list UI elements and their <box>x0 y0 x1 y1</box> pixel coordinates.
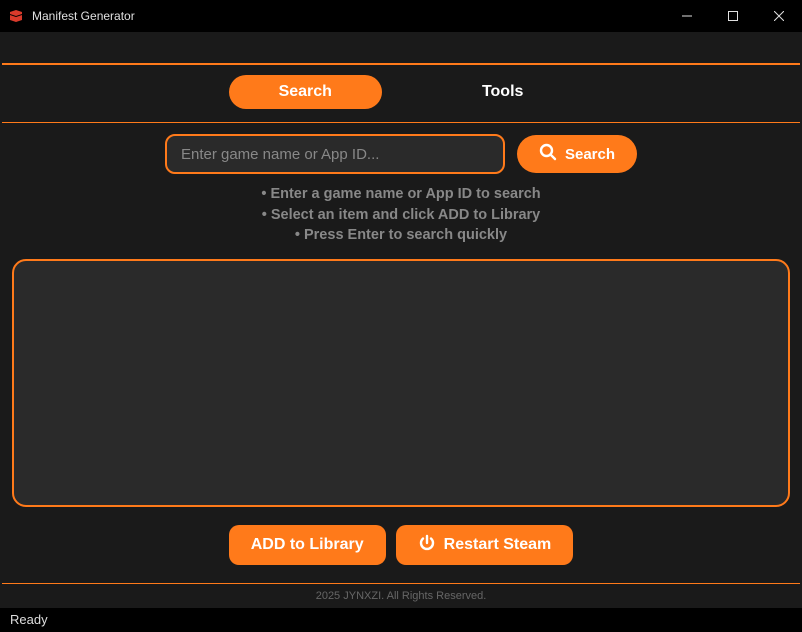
status-bar: Ready <box>0 608 802 632</box>
spacer <box>0 32 802 63</box>
add-to-library-button[interactable]: ADD to Library <box>229 525 386 565</box>
status-text: Ready <box>10 612 48 627</box>
action-row: ADD to Library Restart Steam <box>0 517 802 583</box>
app-icon <box>8 8 24 24</box>
titlebar: Manifest Generator <box>0 0 802 32</box>
tab-search[interactable]: Search <box>229 75 382 109</box>
footer-copyright: 2025 JYNXZI. All Rights Reserved. <box>0 584 802 608</box>
titlebar-left: Manifest Generator <box>8 8 135 24</box>
add-to-library-label: ADD to Library <box>251 536 364 554</box>
close-button[interactable] <box>756 0 802 32</box>
restart-steam-button[interactable]: Restart Steam <box>396 525 574 565</box>
search-row: Search <box>0 122 802 178</box>
restart-steam-label: Restart Steam <box>444 536 552 554</box>
window-controls <box>664 0 802 32</box>
tab-row: Search Tools <box>0 65 802 122</box>
main-content: Search Tools Search • Enter a game name … <box>0 32 802 608</box>
search-button[interactable]: Search <box>517 135 637 173</box>
minimize-button[interactable] <box>664 0 710 32</box>
maximize-button[interactable] <box>710 0 756 32</box>
search-icon <box>539 143 557 165</box>
results-area[interactable] <box>12 259 790 507</box>
tab-tools[interactable]: Tools <box>432 75 573 109</box>
power-icon <box>418 534 436 557</box>
instruction-line-1: • Enter a game name or App ID to search <box>0 184 802 204</box>
app-title: Manifest Generator <box>32 9 135 23</box>
search-button-label: Search <box>565 146 615 163</box>
instruction-line-3: • Press Enter to search quickly <box>0 225 802 245</box>
instruction-line-2: • Select an item and click ADD to Librar… <box>0 205 802 225</box>
search-input[interactable] <box>165 134 505 174</box>
instructions: • Enter a game name or App ID to search … <box>0 178 802 255</box>
